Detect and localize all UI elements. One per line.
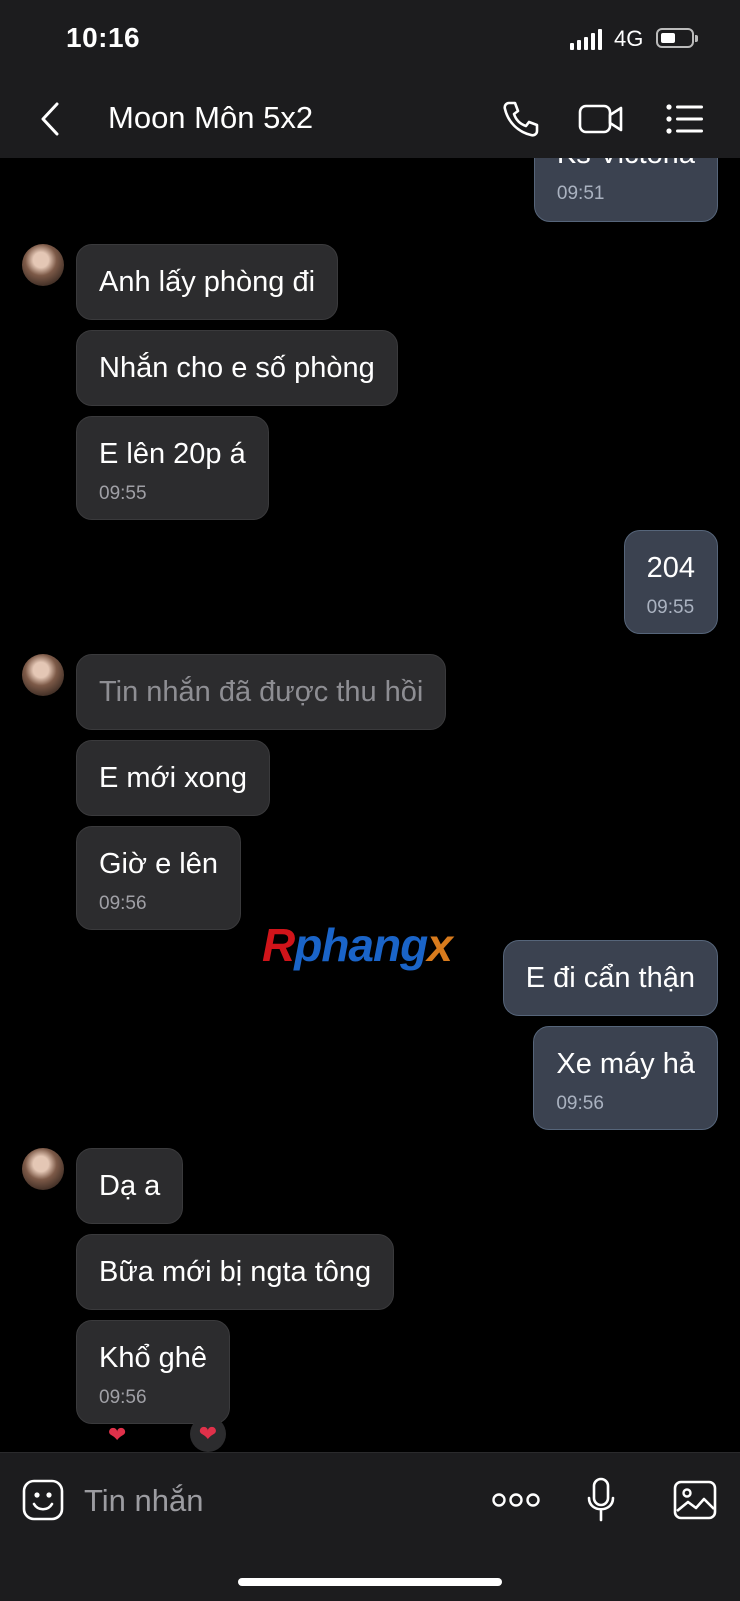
status-time: 10:16	[66, 22, 141, 53]
message-text: Anh lấy phòng đi	[99, 266, 316, 298]
message-text: Giờ e lên	[99, 848, 218, 880]
message-time: 09:56	[99, 893, 147, 914]
message-text: Bữa mới bị ngta tông	[99, 1256, 372, 1288]
sticker-emoji-icon[interactable]	[18, 1475, 68, 1525]
back-icon[interactable]	[28, 96, 74, 142]
message-bubble-incoming[interactable]: Giờ e lên 09:56	[76, 826, 241, 930]
react-heart-icon[interactable]: ❤	[190, 1416, 226, 1452]
message-bubble-incoming[interactable]: E mới xong	[76, 740, 270, 816]
status-bar: 10:16 4G	[0, 0, 740, 80]
phone-call-icon[interactable]	[498, 96, 544, 142]
microphone-icon[interactable]	[576, 1475, 626, 1525]
recalled-message-bubble[interactable]: Tin nhắn đã được thu hồi	[76, 654, 447, 730]
message-text: Xe máy hả	[556, 1048, 695, 1080]
battery-icon	[656, 28, 698, 48]
message-bubble-outgoing[interactable]: Xe máy hả 09:56	[533, 1026, 718, 1130]
message-text: Nhắn cho e số phòng	[99, 352, 375, 384]
message-bubble-outgoing[interactable]: Ks Victoria 09:51	[533, 158, 718, 222]
message-text: Khổ ghê	[99, 1342, 208, 1374]
watermark-logo: Rphangx	[262, 919, 453, 971]
heart-reaction-icon[interactable]: ❤	[108, 1422, 126, 1448]
network-type: 4G	[614, 26, 644, 51]
conversation-title[interactable]: Moon Môn 5x2	[108, 100, 313, 136]
message-list[interactable]: Ks Victoria 09:51 Anh lấy phòng đi Nhắn …	[0, 158, 740, 1452]
message-bubble-incoming[interactable]: E lên 20p á 09:55	[76, 416, 269, 520]
message-time: 09:51	[556, 183, 605, 204]
image-gallery-icon[interactable]	[670, 1475, 720, 1525]
message-bubble-incoming[interactable]: Khổ ghê 09:56	[76, 1320, 231, 1424]
chat-header: Moon Môn 5x2	[0, 80, 740, 159]
message-time: 09:56	[99, 1387, 147, 1408]
message-bubble-incoming[interactable]: Dạ a	[76, 1148, 184, 1224]
message-text: Ks Victoria	[557, 158, 695, 170]
message-bubble-outgoing[interactable]: E đi cẩn thận	[502, 940, 718, 1016]
message-text: 204	[646, 552, 695, 584]
message-text: E đi cẩn thận	[525, 962, 695, 994]
message-bubble-outgoing[interactable]: 204 09:55	[623, 530, 718, 634]
contact-avatar[interactable]	[22, 654, 64, 696]
contact-avatar[interactable]	[22, 244, 64, 286]
message-bubble-incoming[interactable]: Bữa mới bị ngta tông	[76, 1234, 395, 1310]
more-options-icon[interactable]	[488, 1475, 544, 1525]
video-call-icon[interactable]	[578, 96, 624, 142]
home-indicator	[238, 1578, 502, 1586]
message-time: 09:56	[556, 1093, 604, 1114]
message-text: E mới xong	[99, 762, 247, 794]
message-text: Dạ a	[99, 1170, 161, 1202]
message-bubble-incoming[interactable]: Nhắn cho e số phòng	[76, 330, 398, 406]
message-time: 09:55	[99, 483, 147, 504]
message-time: 09:55	[646, 597, 695, 618]
message-input[interactable]: Tin nhắn	[84, 1483, 204, 1519]
message-text: E lên 20p á	[99, 438, 246, 470]
menu-list-icon[interactable]	[662, 96, 708, 142]
message-text: Tin nhắn đã được thu hồi	[99, 676, 424, 708]
contact-avatar[interactable]	[22, 1148, 64, 1190]
message-bubble-incoming[interactable]: Anh lấy phòng đi	[76, 244, 339, 320]
signal-icon	[570, 28, 602, 50]
